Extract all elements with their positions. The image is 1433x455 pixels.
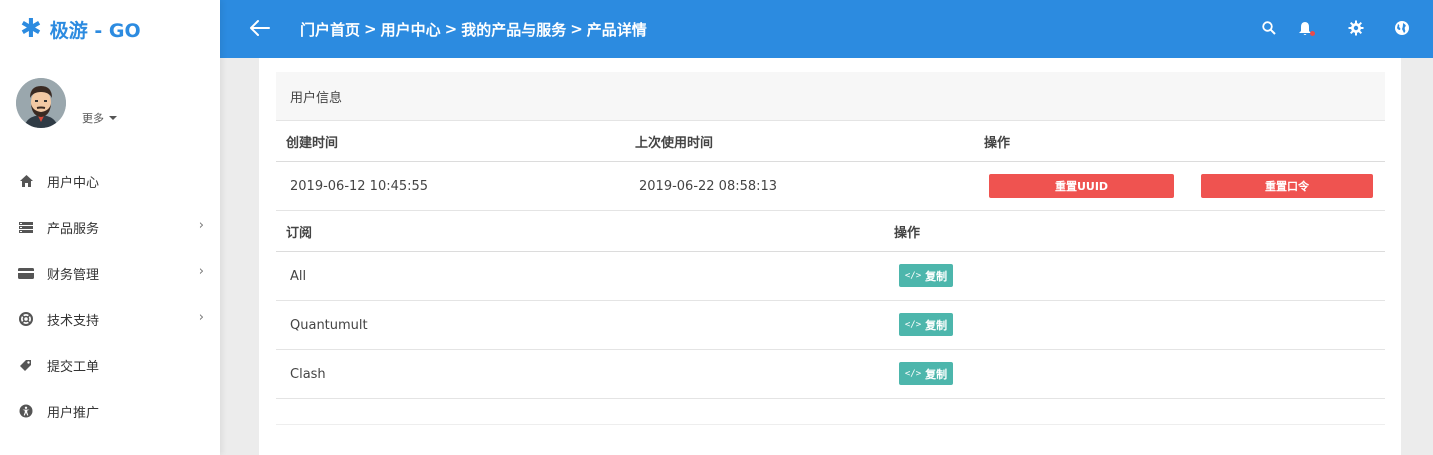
sidebar-item-submit-ticket[interactable]: 提交工单: [0, 342, 220, 388]
main-card: 用户信息 创建时间 上次使用时间 操作 2019-06-12 10:45:55 …: [259, 58, 1401, 455]
sidebar-item-user-center[interactable]: 用户中心: [0, 158, 220, 204]
sidebar-nav: 用户中心 产品服务 › 财务管理 › 技术支持 › 提交工单 用户推广: [0, 158, 220, 434]
sidebar-item-referral[interactable]: 用户推广: [0, 388, 220, 434]
reset-password-button[interactable]: 重置口令: [1201, 174, 1373, 198]
arrow-left-icon[interactable]: [248, 16, 272, 40]
subscription-table: 订阅 操作 All </> 复制 Quantumult </> 复制 Clash…: [276, 211, 1385, 399]
code-icon: </>: [904, 270, 922, 281]
breadcrumb-item[interactable]: 用户中心: [381, 19, 441, 40]
brand-name: 极游 - GO: [49, 19, 141, 42]
asterisk-icon: ✱: [20, 14, 42, 44]
globe-icon[interactable]: [1393, 19, 1411, 37]
user-block: 更多: [0, 58, 220, 158]
more-label: 更多: [82, 112, 104, 125]
sidebar-item-tech-support[interactable]: 技术支持 ›: [0, 296, 220, 342]
sidebar-item-label: 产品服务: [47, 221, 100, 237]
sidebar: ✱ 极游 - GO 更多 用户中心 产品服务 › 财务管理 › 技术支持 › 提…: [0, 0, 220, 455]
subscription-name: Clash: [290, 366, 326, 382]
top-header: 门户首页 > 用户中心 > 我的产品与服务 > 产品详情: [220, 0, 1433, 58]
notification-dot: [1310, 31, 1315, 36]
credit-card-icon: [18, 265, 34, 281]
chevron-right-icon: ›: [198, 264, 204, 279]
breadcrumb-separator: >: [570, 20, 583, 38]
divider: [276, 424, 1385, 425]
subscription-name: All: [290, 268, 307, 284]
last-used-time: 2019-06-22 08:58:13: [639, 178, 778, 194]
breadcrumb-separator: >: [364, 20, 377, 38]
created-time: 2019-06-12 10:45:55: [290, 178, 429, 194]
table-row: Clash </> 复制: [276, 350, 1385, 399]
table-header: 创建时间 上次使用时间 操作: [276, 121, 1385, 162]
breadcrumb-item[interactable]: 门户首页: [300, 19, 360, 40]
sidebar-item-label: 用户推广: [47, 405, 100, 421]
sidebar-item-product-service[interactable]: 产品服务 ›: [0, 204, 220, 250]
breadcrumb-item[interactable]: 我的产品与服务: [461, 19, 566, 40]
breadcrumb: 门户首页 > 用户中心 > 我的产品与服务 > 产品详情: [300, 0, 647, 58]
table-row: All </> 复制: [276, 252, 1385, 301]
column-header: 上次使用时间: [635, 135, 714, 151]
copy-label: 复制: [925, 269, 948, 283]
caret-down-icon: [109, 116, 117, 120]
sidebar-item-label: 用户中心: [47, 175, 100, 191]
copy-label: 复制: [925, 318, 948, 332]
brand[interactable]: ✱ 极游 - GO: [0, 0, 220, 58]
sidebar-item-label: 技术支持: [47, 313, 100, 329]
copy-button[interactable]: </> 复制: [899, 264, 953, 287]
breadcrumb-item: 产品详情: [586, 20, 647, 39]
sidebar-item-label: 财务管理: [47, 267, 100, 283]
home-icon: [18, 173, 34, 189]
sidebar-item-finance[interactable]: 财务管理 ›: [0, 250, 220, 296]
user-info-table: 创建时间 上次使用时间 操作 2019-06-12 10:45:55 2019-…: [276, 121, 1385, 211]
server-icon: [18, 219, 34, 235]
chevron-right-icon: ›: [198, 310, 204, 325]
copy-button[interactable]: </> 复制: [899, 313, 953, 336]
accessibility-icon: [18, 403, 34, 419]
subscription-name: Quantumult: [290, 317, 368, 333]
gear-icon[interactable]: [1347, 19, 1365, 37]
column-header: 操作: [984, 135, 1011, 151]
bell-icon[interactable]: [1296, 19, 1315, 37]
chevron-right-icon: ›: [198, 218, 204, 233]
lifebuoy-icon: [18, 311, 34, 327]
tag-icon: [18, 357, 34, 373]
column-header: 操作: [894, 225, 921, 241]
search-icon[interactable]: [1260, 19, 1278, 37]
more-dropdown[interactable]: 更多: [82, 110, 117, 126]
column-header: 创建时间: [286, 135, 339, 151]
copy-button[interactable]: </> 复制: [899, 362, 953, 385]
code-icon: </>: [904, 319, 922, 330]
table-row: 2019-06-12 10:45:55 2019-06-22 08:58:13 …: [276, 162, 1385, 211]
panel-title: 用户信息: [276, 72, 1385, 121]
table-header: 订阅 操作: [276, 211, 1385, 252]
avatar[interactable]: [16, 78, 66, 128]
code-icon: </>: [904, 368, 922, 379]
copy-label: 复制: [925, 367, 948, 381]
sidebar-item-label: 提交工单: [47, 359, 100, 375]
column-header: 订阅: [286, 225, 313, 241]
breadcrumb-separator: >: [444, 20, 458, 38]
reset-uuid-button[interactable]: 重置UUID: [989, 174, 1174, 198]
table-row: Quantumult </> 复制: [276, 301, 1385, 350]
